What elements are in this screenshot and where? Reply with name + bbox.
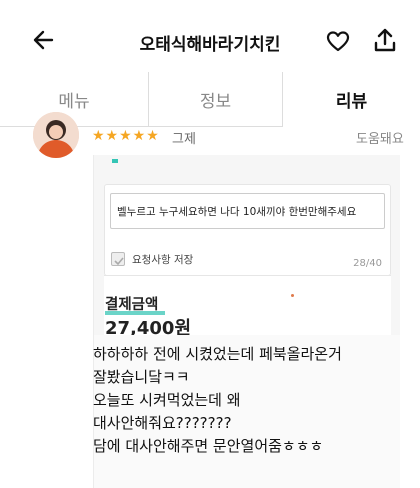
- helpful-button[interactable]: 도움돼요: [356, 128, 404, 147]
- tab-menu[interactable]: 메뉴: [0, 72, 148, 127]
- save-checkbox: [111, 252, 125, 266]
- check-icon: [114, 257, 124, 266]
- payment-divider: [104, 275, 391, 276]
- photo-accent: [112, 159, 118, 163]
- tab-info[interactable]: 정보: [148, 72, 283, 127]
- heart-outline-icon: [326, 31, 350, 52]
- avatar: [33, 112, 79, 158]
- share-button[interactable]: [372, 26, 398, 54]
- save-label: 요청사항 저장: [132, 254, 194, 266]
- request-box: 벨누르고 누구세요하면 나다 10새끼야 한번만해주세요 요청사항 저장 28/…: [104, 184, 391, 276]
- rating-stars: ★★★★★: [92, 128, 160, 144]
- favorite-button[interactable]: [325, 28, 351, 54]
- review-text-line: 하하하하 전에 시켰었는데 페북올라온거: [93, 345, 342, 363]
- review-text-line: 잘봤습니닼ㅋㅋ: [93, 368, 190, 386]
- review-text: 하하하하 전에 시켰었는데 페북올라온거 잘봤습니닼ㅋㅋ 오늘또 시켜먹었는데 …: [93, 343, 413, 458]
- payment-card: 결제금액 27,400원: [104, 275, 391, 335]
- request-text: 벨누르고 누구세요하면 나다 10새끼야 한번만해주세요: [110, 193, 385, 229]
- payment-dot: [291, 294, 294, 297]
- app-header: 오태식해바라기치킨: [0, 0, 420, 80]
- tab-review[interactable]: 리뷰: [283, 72, 420, 127]
- review-text-line: 담에 대사안해주면 문안열어줌ㅎㅎㅎ: [93, 437, 324, 455]
- char-count: 28/40: [353, 258, 382, 269]
- review-author: 그제: [172, 132, 196, 147]
- review-text-line: 오늘또 시켜먹었는데 왜: [93, 391, 241, 409]
- store-title: 오태식해바라기치킨: [139, 35, 281, 55]
- share-icon: [374, 28, 396, 52]
- payment-amount: 27,400원: [105, 318, 192, 335]
- review-text-line: 대사안해줘요???????: [93, 414, 232, 432]
